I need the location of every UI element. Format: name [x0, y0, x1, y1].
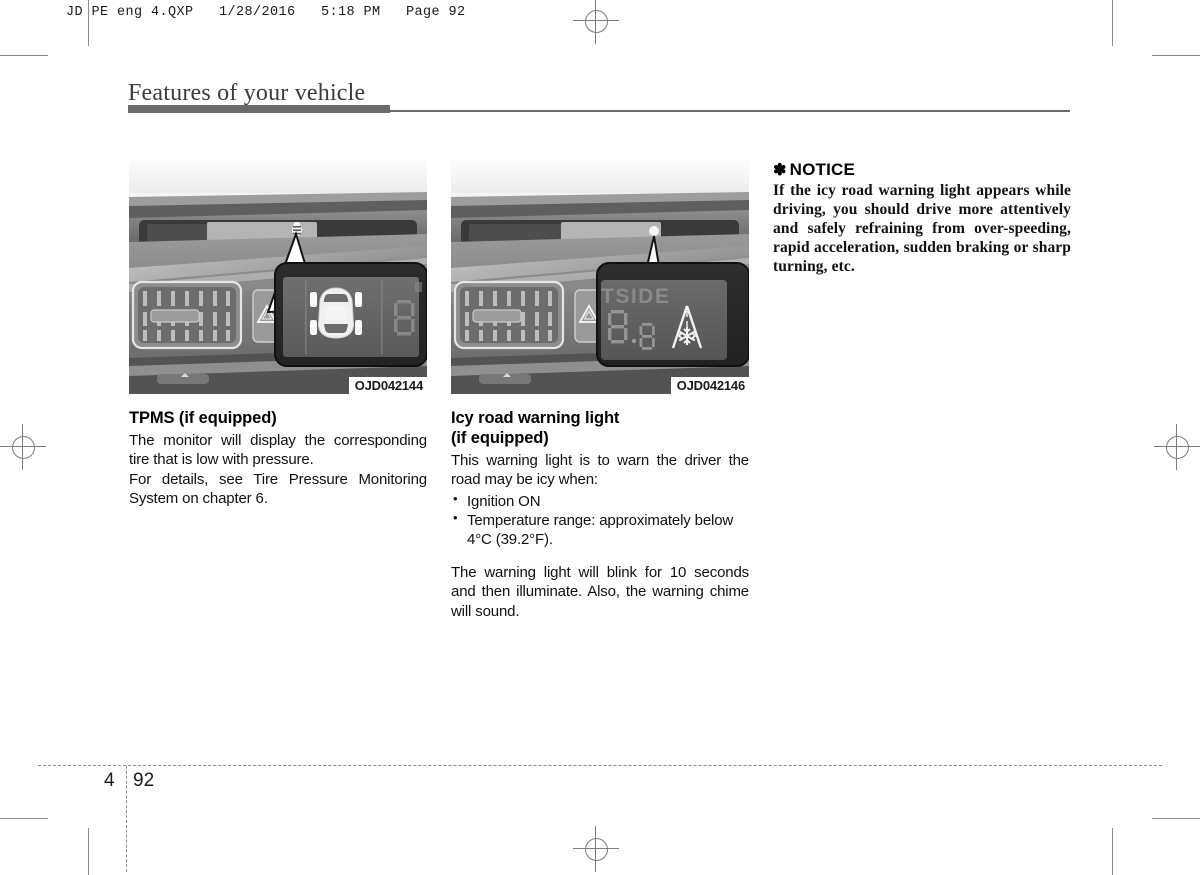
footer-chapter-number: 4 [104, 770, 115, 791]
icy-road-conditions-list: Ignition ON Temperature range: approxima… [451, 491, 749, 550]
icy-road-intro: This warning light is to warn the driver… [451, 452, 749, 489]
icy-road-closing: The warning light will blink for 10 seco… [451, 564, 749, 620]
air-vent [131, 280, 243, 350]
outside-label: TSIDE [601, 285, 670, 308]
column-notice: ✽ NOTICE If the icy road warning light ap… [773, 160, 1071, 277]
figure-tpms: OJD042144 [129, 160, 427, 394]
air-vent [453, 280, 565, 350]
registration-mark-left [0, 424, 46, 470]
registration-mark-top [573, 0, 619, 44]
registration-mark-right [1154, 424, 1200, 470]
icy-road-display-callout: TSIDE [596, 262, 749, 367]
crop-mark-top-left-horizontal [0, 55, 48, 56]
crop-mark-bottom-left-horizontal [0, 818, 48, 819]
print-header: JD PE eng 4.QXP 1/28/2016 5:18 PM Page 9… [66, 5, 466, 20]
tpms-dashboard-photo [129, 160, 427, 394]
crop-mark-top-right-vertical [1112, 0, 1113, 46]
asterisk-icon: ✽ [773, 162, 787, 179]
figure-caption: OJD042146 [670, 377, 749, 394]
heading-icy-road: Icy road warning light (if equipped) [451, 408, 749, 448]
figure-icy-road: TSIDE OJD042146 [451, 160, 749, 394]
crop-mark-bottom-right-vertical [1112, 828, 1113, 875]
column-tpms: OJD042144 TPMS (if equipped) The monitor… [129, 160, 427, 508]
heading-tpms: TPMS (if equipped) [129, 409, 277, 427]
notice-body: If the icy road warning light appears wh… [773, 182, 1071, 275]
registration-mark-bottom [573, 826, 619, 872]
column-icy-road: TSIDE OJD042146 Icy road warning light (… [451, 160, 749, 621]
list-item: Ignition ON [451, 491, 749, 511]
heading-icy-road-line1: Icy road warning light [451, 409, 620, 427]
notice-heading: ✽ NOTICE [773, 160, 1071, 180]
heading-icy-road-line2: (if equipped) [451, 429, 549, 448]
crop-mark-bottom-right-horizontal [1152, 818, 1200, 819]
title-rule-thin [390, 110, 1070, 112]
crop-mark-top-right-horizontal [1152, 55, 1200, 56]
tpms-paragraph-1: The monitor will display the correspondi… [129, 432, 427, 469]
list-item: Temperature range: approximately below 4… [451, 510, 749, 549]
footer-page-number: 92 [133, 770, 155, 791]
crop-mark-bottom-left-vertical [88, 828, 89, 875]
figure-caption: OJD042144 [348, 377, 427, 394]
notice-title: NOTICE [789, 160, 856, 179]
footer-dashed-guide [126, 766, 127, 872]
tpms-display-callout [274, 262, 427, 367]
crop-mark-top-left-vertical [88, 0, 89, 46]
title-rule-thick [128, 105, 390, 113]
footer-rule [38, 765, 1162, 766]
page-title: Features of your vehicle [128, 80, 366, 106]
icy-road-indicator-light [649, 226, 659, 236]
tpms-paragraph-2: For details, see Tire Pressure Monitorin… [129, 470, 427, 507]
icy-road-dashboard-photo: TSIDE [451, 160, 749, 394]
